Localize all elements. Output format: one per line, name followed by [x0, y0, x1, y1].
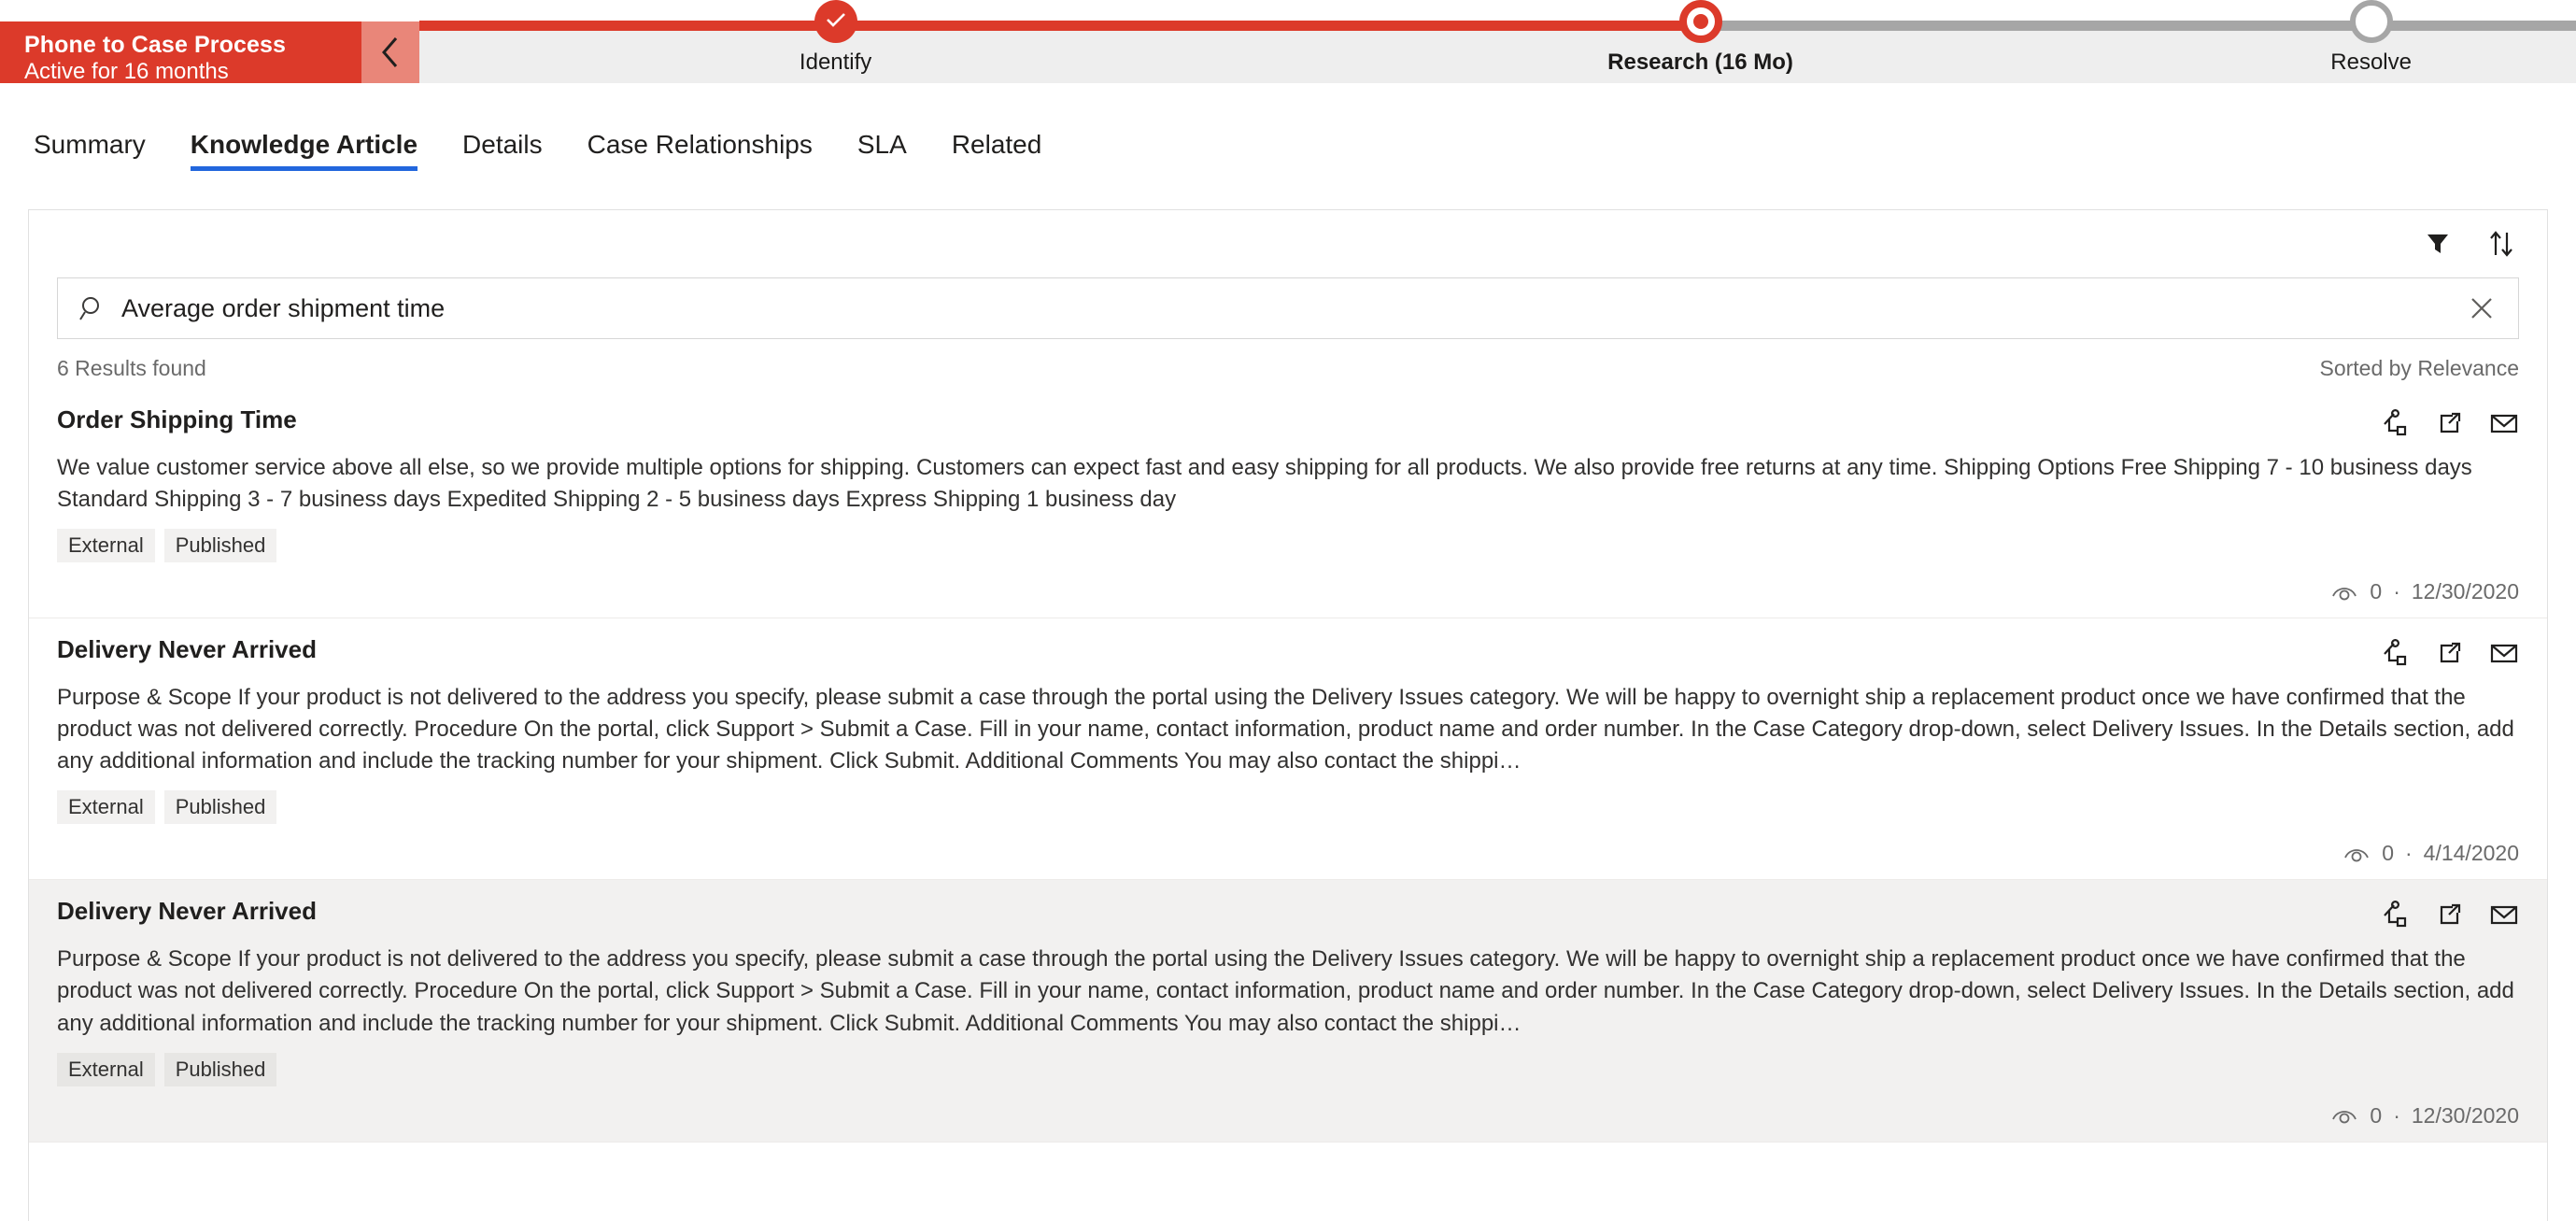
link-to-case-icon[interactable]: [2381, 901, 2409, 929]
result-date: 12/30/2020: [2411, 579, 2519, 604]
views-eye-icon: [2330, 1106, 2358, 1125]
tab-case-relationships[interactable]: Case Relationships: [565, 105, 835, 184]
email-icon[interactable]: [2489, 639, 2519, 667]
result-header: Delivery Never Arrived: [57, 635, 2519, 667]
tab-bar: Summary Knowledge Article Details Case R…: [0, 105, 2576, 184]
separator-dot: ·: [2405, 841, 2413, 866]
knowledge-result-card[interactable]: Delivery Never Arrived Purpose & Scope I…: [29, 880, 2547, 1143]
stage-node-complete[interactable]: [814, 0, 857, 43]
process-rail: [419, 21, 2576, 31]
filter-funnel-icon[interactable]: [2424, 230, 2452, 258]
stage-label-research: Research (16 Mo): [1607, 50, 1793, 75]
knowledge-search-field[interactable]: [57, 277, 2519, 339]
knowledge-results-list: Order Shipping Time We value customer se…: [29, 389, 2547, 1143]
results-count: 6 Results found: [57, 356, 206, 380]
result-title[interactable]: Delivery Never Arrived: [57, 897, 317, 926]
result-actions: [2381, 635, 2519, 667]
results-meta: 6 Results found Sorted by Relevance: [29, 339, 2547, 389]
views-eye-icon: [2342, 845, 2371, 863]
result-title[interactable]: Delivery Never Arrived: [57, 635, 317, 664]
tag-status: Published: [163, 529, 277, 563]
link-to-case-icon[interactable]: [2381, 409, 2409, 437]
open-in-new-window-icon[interactable]: [2435, 901, 2463, 929]
result-footer: 0 · 12/30/2020: [57, 579, 2519, 604]
views-count: 0: [2370, 579, 2383, 604]
rail-segment-complete: [419, 21, 1701, 31]
tag-visibility: External: [57, 1052, 155, 1086]
result-snippet: Purpose & Scope If your product is not d…: [57, 946, 2514, 1036]
knowledge-toolbar: [29, 210, 2547, 277]
result-footer: 0 · 12/30/2020: [57, 1103, 2519, 1129]
knowledge-search-panel: 6 Results found Sorted by Relevance Orde…: [28, 209, 2548, 1221]
knowledge-result-card[interactable]: Delivery Never Arrived Purpose & Scope I…: [29, 618, 2547, 881]
separator-dot: ·: [2393, 579, 2400, 604]
result-snippet: We value customer service above all else…: [57, 455, 2472, 513]
result-header: Order Shipping Time: [57, 405, 2519, 437]
link-to-case-icon[interactable]: [2381, 639, 2409, 667]
target-icon: [1692, 14, 1708, 29]
search-input[interactable]: [121, 293, 2456, 323]
email-icon[interactable]: [2489, 901, 2519, 929]
stage-label-resolve: Resolve: [2330, 50, 2412, 75]
tab-sla[interactable]: SLA: [835, 105, 929, 184]
close-icon[interactable]: [2456, 283, 2507, 334]
result-footer: 0 · 4/14/2020: [57, 841, 2519, 866]
tab-details[interactable]: Details: [440, 105, 565, 184]
process-stages: Identify Research (16 Mo) Resolve: [419, 0, 2576, 83]
views-count: 0: [2382, 841, 2394, 866]
process-title-block[interactable]: Phone to Case Process Active for 16 mont…: [0, 21, 361, 85]
result-tags: External Published: [57, 529, 2519, 563]
knowledge-result-card[interactable]: Order Shipping Time We value customer se…: [29, 389, 2547, 619]
stage-node-future[interactable]: [2349, 0, 2393, 43]
chevron-left-icon: [378, 34, 403, 71]
check-icon: [824, 7, 848, 36]
process-title: Phone to Case Process: [24, 31, 286, 58]
open-in-new-window-icon[interactable]: [2435, 409, 2463, 437]
tag-status: Published: [163, 790, 277, 825]
sort-arrows-icon[interactable]: [2487, 229, 2515, 259]
process-subtitle: Active for 16 months: [24, 59, 229, 85]
tag-visibility: External: [57, 790, 155, 825]
rail-segment-todo: [1700, 21, 2576, 31]
tag-visibility: External: [57, 529, 155, 563]
result-date: 4/14/2020: [2423, 841, 2519, 866]
stage-node-current[interactable]: [1678, 0, 1722, 43]
result-header: Delivery Never Arrived: [57, 897, 2519, 929]
email-icon[interactable]: [2489, 409, 2519, 437]
result-title[interactable]: Order Shipping Time: [57, 405, 297, 434]
tag-status: Published: [163, 1052, 277, 1086]
views-eye-icon: [2330, 583, 2358, 602]
tab-related[interactable]: Related: [929, 105, 1065, 184]
business-process-flow: Phone to Case Process Active for 16 mont…: [0, 0, 2576, 105]
results-sort-label[interactable]: Sorted by Relevance: [2319, 356, 2519, 381]
process-collapse-button[interactable]: [361, 21, 419, 83]
views-count: 0: [2370, 1102, 2383, 1128]
result-snippet: Purpose & Scope If your product is not d…: [57, 685, 2514, 774]
result-actions: [2381, 405, 2519, 437]
stage-label-identify: Identify: [799, 50, 872, 75]
result-date: 12/30/2020: [2411, 1102, 2519, 1128]
tab-summary[interactable]: Summary: [34, 105, 168, 184]
open-in-new-window-icon[interactable]: [2435, 639, 2463, 667]
tab-knowledge-article[interactable]: Knowledge Article: [168, 105, 440, 184]
search-icon: [78, 294, 106, 322]
result-tags: External Published: [57, 1052, 2519, 1086]
separator-dot: ·: [2393, 1102, 2400, 1128]
result-actions: [2381, 897, 2519, 929]
result-tags: External Published: [57, 790, 2519, 825]
